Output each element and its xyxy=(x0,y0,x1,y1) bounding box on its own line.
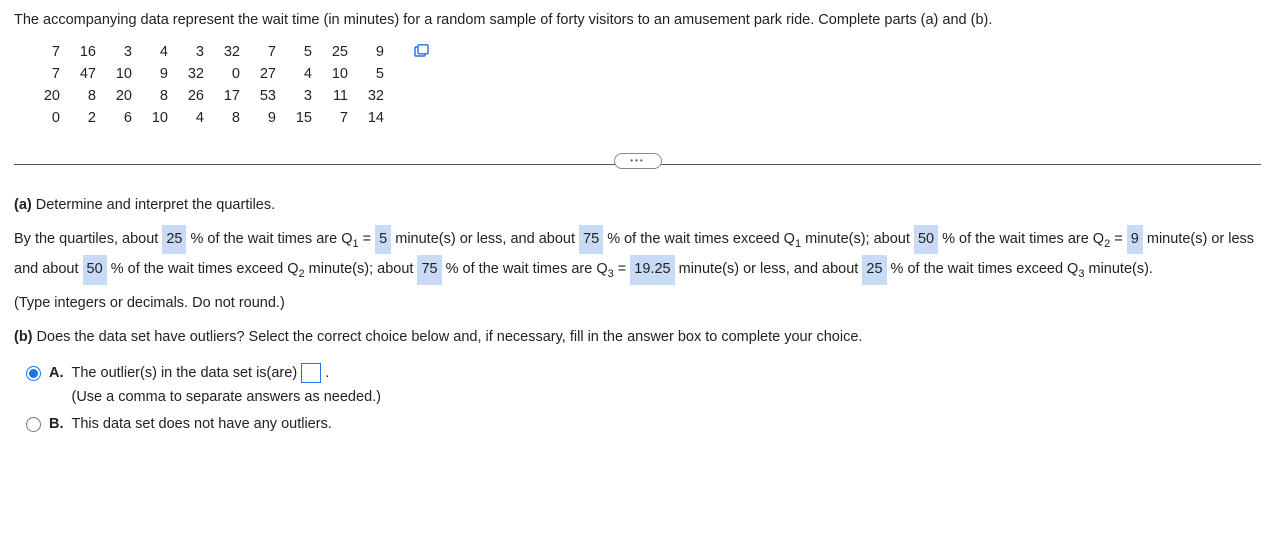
text: % of the wait times exceed Q xyxy=(891,261,1079,277)
answer-p25b: 25 xyxy=(862,255,886,285)
data-cell: 2 xyxy=(68,108,104,130)
part-a-hint: (Type integers or decimals. Do not round… xyxy=(14,293,1261,315)
text: % of the wait times exceed Q xyxy=(607,231,795,247)
copy-icon[interactable] xyxy=(414,44,430,58)
data-cell: 47 xyxy=(68,64,104,86)
text: = xyxy=(363,231,376,247)
part-b-heading: (b) Does the data set have outliers? Sel… xyxy=(14,327,1261,349)
answer-p75b: 75 xyxy=(417,255,441,285)
data-cell: 4 xyxy=(140,42,176,64)
text: = xyxy=(618,261,631,277)
data-cell: 32 xyxy=(356,86,392,108)
part-a-heading: (a) Determine and interpret the quartile… xyxy=(14,195,1261,217)
text: By the quartiles, about xyxy=(14,231,162,247)
data-cell: 5 xyxy=(356,64,392,86)
data-cell: 3 xyxy=(176,42,212,64)
data-cell: 25 xyxy=(320,42,356,64)
data-cell: 9 xyxy=(356,42,392,64)
data-cell: 10 xyxy=(320,64,356,86)
choice-b-text: This data set does not have any outliers… xyxy=(72,416,332,432)
data-table: 7 16 3 4 3 32 7 5 25 9 7 47 10 9 32 0 27… xyxy=(32,42,392,130)
part-a: (a) Determine and interpret the quartile… xyxy=(14,195,1261,315)
sub: 1 xyxy=(352,237,358,249)
text: % of the wait times are Q xyxy=(446,261,608,277)
data-cell: 7 xyxy=(248,42,284,64)
data-cell: 10 xyxy=(104,64,140,86)
data-cell: 14 xyxy=(356,108,392,130)
data-cell: 32 xyxy=(212,42,248,64)
answer-p25: 25 xyxy=(162,225,186,255)
data-cell: 8 xyxy=(212,108,248,130)
expand-pill[interactable]: ••• xyxy=(614,153,662,169)
text: % of the wait times are Q xyxy=(191,231,353,247)
data-cell: 16 xyxy=(68,42,104,64)
data-cell: 7 xyxy=(32,42,68,64)
text: minute(s); about xyxy=(805,231,914,247)
sub: 2 xyxy=(299,268,305,280)
radio-choice-b[interactable] xyxy=(26,417,41,432)
sub: 2 xyxy=(1104,237,1110,249)
question-intro: The accompanying data represent the wait… xyxy=(14,10,1261,32)
choice-a-hint: (Use a comma to separate answers as need… xyxy=(72,387,1262,409)
sub: 1 xyxy=(795,237,801,249)
text: minute(s); about xyxy=(309,261,418,277)
data-cell: 7 xyxy=(32,64,68,86)
sub: 3 xyxy=(608,268,614,280)
data-cell: 53 xyxy=(248,86,284,108)
data-cell: 7 xyxy=(320,108,356,130)
data-cell: 10 xyxy=(140,108,176,130)
answer-q3: 19.25 xyxy=(630,255,674,285)
data-cell: 0 xyxy=(32,108,68,130)
choice-a-letter: A. xyxy=(49,363,64,385)
text: % of the wait times exceed Q xyxy=(111,261,299,277)
choice-a: A. The outlier(s) in the data set is(are… xyxy=(26,363,1261,409)
data-cell: 17 xyxy=(212,86,248,108)
table-row: 7 16 3 4 3 32 7 5 25 9 xyxy=(32,42,392,64)
data-cell: 0 xyxy=(212,64,248,86)
answer-q1: 5 xyxy=(375,225,391,255)
choice-a-text1: The outlier(s) in the data set is(are) xyxy=(72,365,302,381)
outlier-input[interactable] xyxy=(301,363,321,383)
part-a-label: (a) xyxy=(14,197,32,213)
text: minute(s) or less, and about xyxy=(679,261,863,277)
data-cell: 9 xyxy=(248,108,284,130)
data-cell: 15 xyxy=(284,108,320,130)
data-cell: 20 xyxy=(104,86,140,108)
answer-q2: 9 xyxy=(1127,225,1143,255)
answer-p50: 50 xyxy=(914,225,938,255)
data-cell: 4 xyxy=(176,108,212,130)
data-cell: 9 xyxy=(140,64,176,86)
sub: 3 xyxy=(1078,268,1084,280)
part-b-label: (b) xyxy=(14,329,33,345)
data-cell: 26 xyxy=(176,86,212,108)
data-cell: 6 xyxy=(104,108,140,130)
part-a-title: Determine and interpret the quartiles. xyxy=(32,197,275,213)
radio-choice-a[interactable] xyxy=(26,366,41,381)
data-cell: 11 xyxy=(320,86,356,108)
data-cell: 27 xyxy=(248,64,284,86)
table-row: 20 8 20 8 26 17 53 3 11 32 xyxy=(32,86,392,108)
choice-a-text2: . xyxy=(325,365,329,381)
data-cell: 4 xyxy=(284,64,320,86)
text: % of the wait times are Q xyxy=(942,231,1104,247)
data-table-wrap: 7 16 3 4 3 32 7 5 25 9 7 47 10 9 32 0 27… xyxy=(32,42,1261,130)
table-row: 0 2 6 10 4 8 9 15 7 14 xyxy=(32,108,392,130)
data-cell: 5 xyxy=(284,42,320,64)
data-cell: 8 xyxy=(68,86,104,108)
part-b-title: Does the data set have outliers? Select … xyxy=(33,329,863,345)
table-row: 7 47 10 9 32 0 27 4 10 5 xyxy=(32,64,392,86)
data-cell: 20 xyxy=(32,86,68,108)
text: minute(s) or less, and about xyxy=(395,231,579,247)
data-cell: 3 xyxy=(104,42,140,64)
text: = xyxy=(1114,231,1127,247)
text: minute(s). xyxy=(1088,261,1152,277)
quartile-interpretation: By the quartiles, about 25 % of the wait… xyxy=(14,225,1261,286)
choice-b-letter: B. xyxy=(49,414,64,436)
choice-b: B. This data set does not have any outli… xyxy=(26,414,1261,436)
answer-p50b: 50 xyxy=(83,255,107,285)
data-cell: 32 xyxy=(176,64,212,86)
answer-p75: 75 xyxy=(579,225,603,255)
data-cell: 3 xyxy=(284,86,320,108)
data-cell: 8 xyxy=(140,86,176,108)
